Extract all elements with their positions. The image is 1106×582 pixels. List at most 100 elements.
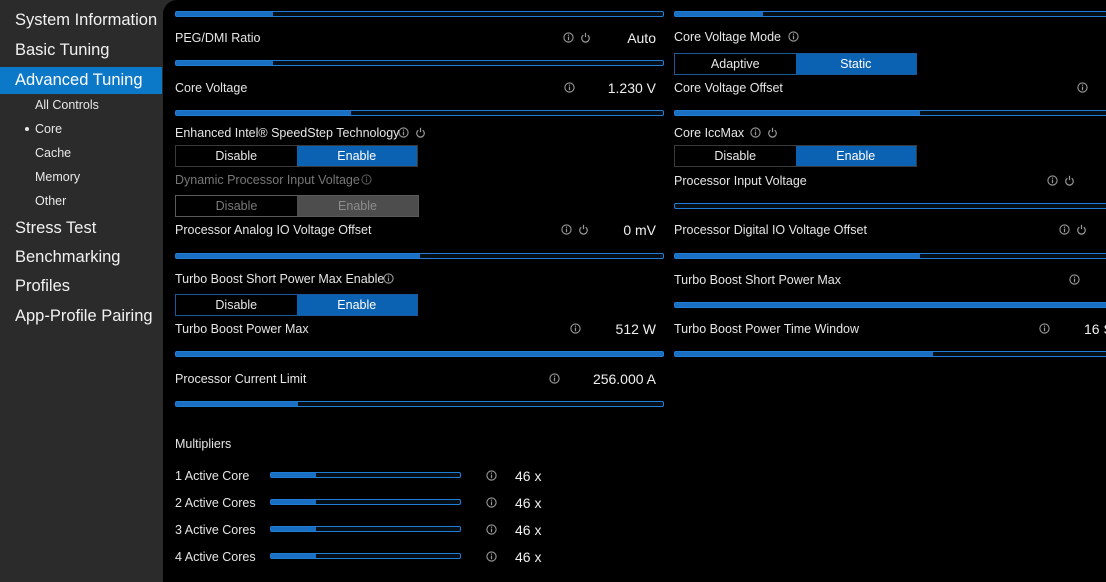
current-limit-label: Processor Current Limit — [175, 372, 307, 386]
slider-fill — [271, 500, 317, 504]
info-icon[interactable] — [383, 273, 394, 284]
turbo-short-max-label: Turbo Boost Short Power Max — [674, 273, 841, 287]
turbo-short-disable-option[interactable]: Disable — [176, 295, 297, 315]
slider-fill — [675, 352, 934, 356]
analog-io-offset-label: Processor Analog IO Voltage Offset — [175, 223, 372, 237]
multiplier-value: 46 x — [515, 549, 542, 565]
slider-fill — [675, 303, 1106, 307]
nav-stress-test[interactable]: Stress Test — [0, 215, 162, 242]
speedstep-enable-option[interactable]: Enable — [296, 146, 417, 166]
nav-system-information[interactable]: System Information — [0, 7, 162, 34]
dynamic-input-voltage-enable-option: Enable — [297, 196, 418, 216]
turbo-time-window-slider[interactable] — [674, 351, 1106, 357]
turbo-short-enable-toggle[interactable]: Disable Enable — [175, 294, 418, 316]
turbo-short-enable-option[interactable]: Enable — [296, 295, 417, 315]
analog-io-offset-slider[interactable] — [175, 253, 664, 259]
multiplier-value: 46 x — [515, 522, 542, 538]
multiplier-slider[interactable] — [270, 499, 461, 505]
power-icon[interactable] — [1064, 175, 1075, 186]
info-icon[interactable] — [570, 323, 581, 334]
turbo-power-max-label: Turbo Boost Power Max — [175, 322, 309, 336]
main-panel: PEG/DMI Ratio Auto Core Voltage 1.230 V … — [163, 0, 1106, 582]
nav-benchmarking[interactable]: Benchmarking — [0, 244, 162, 271]
processor-input-voltage-label: Processor Input Voltage — [674, 174, 807, 188]
multiplier-slider[interactable] — [270, 472, 461, 478]
slider-fill — [176, 352, 663, 356]
turbo-short-max-slider[interactable] — [674, 302, 1106, 308]
nav-profiles[interactable]: Profiles — [0, 273, 162, 300]
info-icon[interactable] — [1069, 274, 1080, 285]
nav-sub-all-controls[interactable]: All Controls — [0, 95, 162, 115]
speedstep-disable-option[interactable]: Disable — [176, 146, 297, 166]
digital-io-offset-slider[interactable] — [674, 253, 1106, 259]
turbo-short-enable-label: Turbo Boost Short Power Max Enable — [175, 272, 385, 286]
adaptive-option[interactable]: Adaptive — [675, 54, 796, 74]
core-iccmax-toggle[interactable]: Disable Enable — [674, 145, 917, 167]
info-icon[interactable] — [398, 127, 409, 138]
slider-fill — [176, 254, 420, 258]
nav-sub-core[interactable]: Core — [0, 119, 162, 139]
slider-fill — [176, 12, 274, 16]
slider-fill — [176, 111, 352, 115]
nav-sub-other[interactable]: Other — [0, 191, 162, 211]
core-voltage-value: 1.230 V — [607, 80, 656, 96]
slider-fill — [675, 111, 921, 115]
multiplier-slider[interactable] — [270, 553, 461, 559]
turbo-power-max-slider[interactable] — [175, 351, 664, 357]
info-icon[interactable] — [563, 32, 574, 43]
current-limit-slider[interactable] — [175, 401, 664, 407]
speedstep-toggle[interactable]: Disable Enable — [175, 145, 418, 167]
multiplier-label: 3 Active Cores — [175, 523, 256, 537]
nav-basic-tuning[interactable]: Basic Tuning — [0, 37, 162, 64]
info-icon[interactable] — [788, 31, 799, 42]
dynamic-input-voltage-disable-option: Disable — [215, 199, 258, 213]
info-icon[interactable] — [564, 82, 575, 93]
nav-app-profile-pairing[interactable]: App-Profile Pairing — [0, 303, 162, 330]
info-icon[interactable] — [1039, 323, 1050, 334]
info-icon[interactable] — [1047, 175, 1058, 186]
selected-bullet-icon — [25, 127, 29, 131]
info-icon[interactable] — [750, 127, 761, 138]
slider-fill — [271, 527, 317, 531]
core-voltage-slider[interactable] — [175, 110, 664, 116]
info-icon[interactable] — [486, 524, 497, 535]
multiplier-label: 4 Active Cores — [175, 550, 256, 564]
slider-fill — [675, 12, 763, 16]
processor-input-voltage-slider[interactable] — [674, 203, 1106, 209]
info-icon[interactable] — [1059, 224, 1070, 235]
nav-sub-core-label: Core — [35, 122, 63, 136]
top-partial-slider-left[interactable] — [175, 11, 664, 17]
power-icon[interactable] — [415, 127, 426, 138]
info-icon[interactable] — [1077, 82, 1088, 93]
info-icon[interactable] — [486, 551, 497, 562]
multiplier-slider[interactable] — [270, 526, 461, 532]
slider-fill — [675, 254, 921, 258]
info-icon[interactable] — [561, 224, 572, 235]
iccmax-disable-option[interactable]: Disable — [675, 146, 796, 166]
dynamic-input-voltage-label: Dynamic Processor Input Voltage — [175, 173, 360, 187]
slider-fill — [176, 61, 274, 65]
digital-io-offset-label: Processor Digital IO Voltage Offset — [674, 223, 867, 237]
info-icon[interactable] — [486, 470, 497, 481]
core-voltage-mode-toggle[interactable]: Adaptive Static — [674, 53, 917, 75]
top-partial-slider-right[interactable] — [674, 11, 1106, 17]
core-voltage-label: Core Voltage — [175, 81, 248, 95]
power-icon[interactable] — [767, 127, 778, 138]
nav-sub-cache[interactable]: Cache — [0, 143, 162, 163]
nav-sub-memory[interactable]: Memory — [0, 167, 162, 187]
static-option[interactable]: Static — [795, 54, 916, 74]
power-icon[interactable] — [1076, 224, 1087, 235]
analog-io-offset-value: 0 mV — [623, 222, 656, 238]
info-icon[interactable] — [549, 373, 560, 384]
power-icon[interactable] — [580, 32, 591, 43]
peg-dmi-ratio-slider[interactable] — [175, 60, 664, 66]
info-icon[interactable] — [486, 497, 497, 508]
core-voltage-offset-label: Core Voltage Offset — [674, 81, 783, 95]
nav-advanced-tuning[interactable]: Advanced Tuning — [0, 67, 162, 94]
core-voltage-offset-slider[interactable] — [674, 110, 1106, 116]
iccmax-enable-option[interactable]: Enable — [795, 146, 916, 166]
power-icon[interactable] — [578, 224, 589, 235]
slider-fill — [271, 473, 317, 477]
multiplier-label: 1 Active Core — [175, 469, 250, 483]
slider-fill — [176, 402, 298, 406]
